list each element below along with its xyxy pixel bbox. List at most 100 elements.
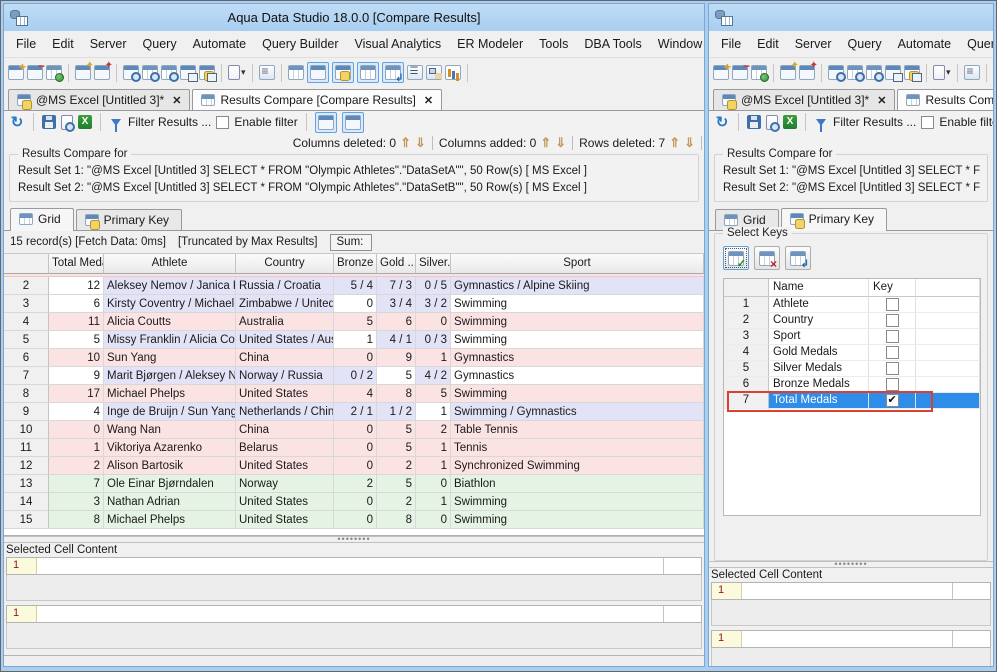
grid-cell[interactable]: 2 <box>49 457 104 475</box>
register-server-icon[interactable] <box>713 60 731 80</box>
tab-primary-key[interactable]: Primary Key <box>780 208 888 231</box>
connect-server-icon[interactable] <box>751 65 769 82</box>
refresh-icon[interactable]: ↻ <box>714 113 730 131</box>
db-panel-icon[interactable] <box>334 65 351 81</box>
find-grid-window-icon[interactable] <box>866 65 884 82</box>
grid-cell[interactable]: 4 <box>334 385 377 403</box>
row-number[interactable]: 8 <box>4 385 49 403</box>
key-name[interactable]: Athlete <box>769 297 869 313</box>
grid-cell[interactable]: 1 <box>49 439 104 457</box>
key-checkbox[interactable] <box>885 362 899 375</box>
key-selection-table[interactable]: Name Key 1 Athlete 2 Country 3 Sport 4 Gold Medal… <box>723 278 981 516</box>
chart-view-icon[interactable] <box>444 65 461 80</box>
close-tab-icon[interactable]: ✕ <box>424 94 433 107</box>
title-bar[interactable] <box>709 4 993 31</box>
grid-cell[interactable]: Alicia Coutts <box>104 313 236 331</box>
search-results-icon[interactable] <box>766 114 780 132</box>
grid-cell[interactable]: Swimming <box>451 295 704 313</box>
grid-cell[interactable]: Missy Franklin / Alicia Coutts <box>104 331 236 349</box>
column-header-athlete[interactable]: Athlete <box>104 254 236 274</box>
grid-cell[interactable]: Swimming <box>451 331 704 349</box>
key-row-sport[interactable]: 3 Sport <box>724 329 980 345</box>
menu-file[interactable]: File <box>713 33 749 55</box>
grid-cell[interactable]: Norway / Russia <box>236 367 334 385</box>
menu-visual-analytics[interactable]: Visual Analytics <box>347 33 450 55</box>
grid-cell[interactable]: Synchronized Swimming <box>451 457 704 475</box>
grid-cell[interactable]: Belarus <box>236 439 334 457</box>
grid-cell[interactable]: 17 <box>49 385 104 403</box>
grid-cell[interactable]: United States <box>236 511 334 529</box>
grid-cell[interactable]: 1 <box>334 331 377 349</box>
grid-cell[interactable]: 9 <box>49 367 104 385</box>
grid-cell[interactable]: China <box>236 349 334 367</box>
grid-cell[interactable]: 2 <box>377 493 416 511</box>
row-number[interactable]: 7 <box>4 367 49 385</box>
insert-key-button[interactable] <box>785 246 811 270</box>
grid-cell[interactable]: 5 <box>49 331 104 349</box>
save-results-icon[interactable] <box>747 115 761 129</box>
search-results-icon[interactable] <box>61 114 75 132</box>
table-row[interactable]: 4 11 Alicia Coutts Australia 5 6 0 Swimming <box>4 313 704 331</box>
table-row[interactable]: 79Marit Bjørgen / Aleksey NemovNorway / … <box>4 367 704 385</box>
grid-cell[interactable]: Aleksey Nemov / Janica Kostelic <box>104 277 236 295</box>
key-checkbox[interactable] <box>885 393 899 408</box>
new-document-icon[interactable] <box>228 65 240 80</box>
export-excel-icon[interactable]: X <box>783 115 797 129</box>
selected-cell-editor-1[interactable]: 1 <box>711 582 991 600</box>
find-query-window-icon[interactable] <box>828 65 846 82</box>
grid-cell[interactable]: Swimming <box>451 385 704 403</box>
table-row[interactable]: 6 10 Sun Yang China 0 9 1 Gymnastics <box>4 349 704 367</box>
row-number[interactable]: 10 <box>4 421 49 439</box>
grid-cell[interactable]: 2 <box>334 475 377 493</box>
grid-cell[interactable]: 0 / 3 <box>416 331 451 349</box>
grid-cell[interactable]: 5 <box>377 421 416 439</box>
grid-cell[interactable]: 1 <box>416 403 451 421</box>
connect-icon[interactable] <box>75 60 94 80</box>
grid-cell[interactable]: 4 / 1 <box>377 331 416 349</box>
menu-edit[interactable]: Edit <box>749 33 787 55</box>
grid-cell[interactable]: 11 <box>49 313 104 331</box>
new-document-icon[interactable] <box>933 65 945 80</box>
list-view-icon[interactable] <box>406 65 423 80</box>
next-diff-icon[interactable]: ⇓ <box>684 135 695 151</box>
menu-query[interactable]: Query <box>840 33 890 55</box>
grid-cell[interactable]: Biathlon <box>451 475 704 493</box>
grid-cell[interactable]: 2 / 1 <box>334 403 377 421</box>
grid-cell[interactable]: 0 <box>334 421 377 439</box>
grid-cell[interactable]: Norway <box>236 475 334 493</box>
split-horizontal-icon[interactable] <box>314 111 337 133</box>
grid-cell[interactable]: 1 <box>416 457 451 475</box>
table-grid-icon[interactable] <box>359 65 376 80</box>
dropdown-arrow-icon[interactable]: ▾ <box>241 67 246 78</box>
menu-window[interactable]: Window <box>650 33 704 55</box>
split-vertical-icon[interactable] <box>341 111 364 133</box>
grid-cell[interactable]: Viktoriya Azarenko <box>104 439 236 457</box>
table-row[interactable]: 9 4 Inge de Bruijn / Sun Yang Netherlands /… <box>4 403 704 421</box>
unregister-server-icon[interactable] <box>732 59 750 80</box>
grid-cell[interactable]: United States / Australia <box>236 331 334 349</box>
grid-cell[interactable]: Table Tennis <box>451 421 704 439</box>
disconnect-icon[interactable] <box>94 60 113 80</box>
row-number[interactable]: 2 <box>4 277 49 295</box>
menu-query-builder[interactable]: Query Builder <box>959 33 993 55</box>
grid-cell[interactable]: United States <box>236 457 334 475</box>
key-name[interactable]: Country <box>769 313 869 329</box>
enable-filter-checkbox[interactable] <box>921 115 935 129</box>
duplicate-window-icon[interactable] <box>885 65 903 82</box>
grid-cell[interactable]: 2 <box>377 457 416 475</box>
table-row[interactable]: 36Kirsty Coventry / Michael PhelpsZimbab… <box>4 295 704 313</box>
key-name[interactable]: Bronze Medals <box>769 377 869 393</box>
row-number[interactable]: 9 <box>4 403 49 421</box>
table-row[interactable]: 11 1 Viktoriya Azarenko Belarus 0 5 1 Tennis <box>4 439 704 457</box>
prev-diff-icon[interactable]: ⇑ <box>540 135 551 151</box>
column-header-gold[interactable]: Gold ... <box>377 254 416 274</box>
grid-cell[interactable]: 0 <box>49 421 104 439</box>
grid-cell[interactable]: 2 <box>416 421 451 439</box>
grid-cell[interactable]: 0 <box>334 457 377 475</box>
filter-results-label[interactable]: Filter Results ... <box>833 115 916 129</box>
grid-cell[interactable]: Marit Bjørgen / Aleksey Nemov <box>104 367 236 385</box>
selected-cell-editor-2[interactable]: 1 <box>6 605 702 623</box>
find-results-window-icon[interactable] <box>142 65 160 82</box>
grid-cell[interactable]: 0 <box>334 511 377 529</box>
grid-cell[interactable]: 0 <box>416 475 451 493</box>
